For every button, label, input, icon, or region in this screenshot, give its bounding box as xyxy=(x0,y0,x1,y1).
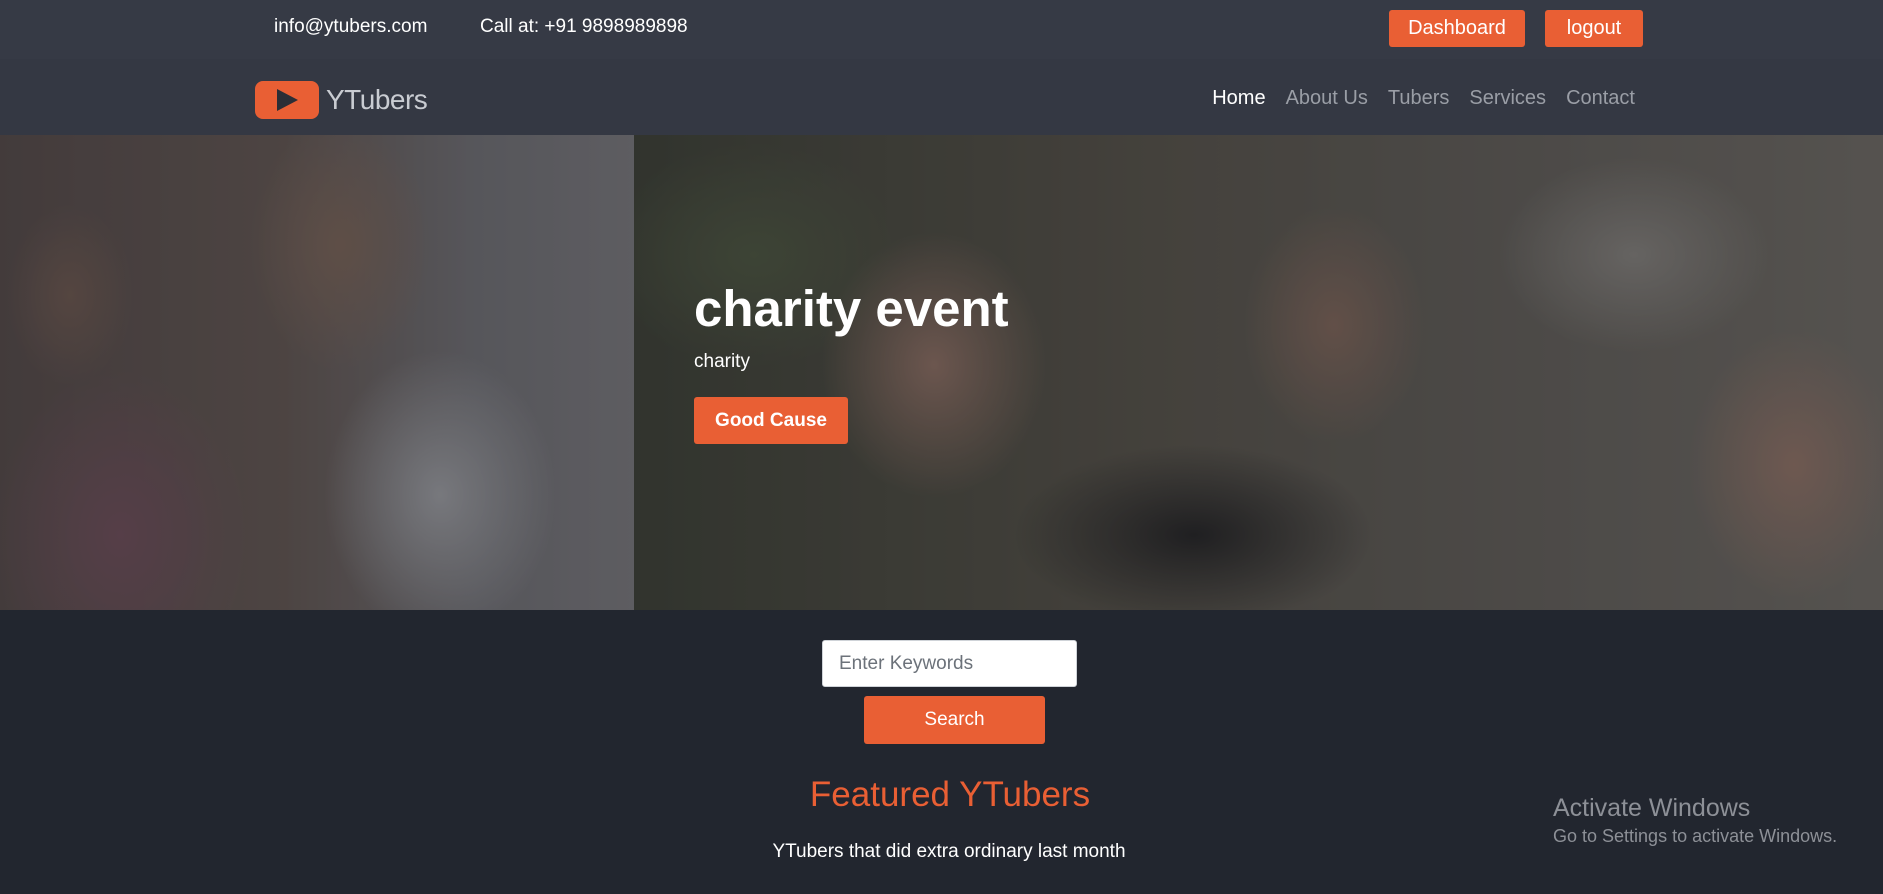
nav-link-tubers[interactable]: Tubers xyxy=(1388,87,1450,110)
nav-link-contact[interactable]: Contact xyxy=(1566,87,1635,110)
search-input[interactable] xyxy=(822,640,1077,687)
site-logo[interactable]: YTubers xyxy=(255,81,428,119)
dashboard-button[interactable]: Dashboard xyxy=(1389,10,1525,47)
hero-subtitle: charity xyxy=(694,351,750,372)
search-button[interactable]: Search xyxy=(864,696,1045,744)
play-icon xyxy=(255,81,319,119)
hero-title: charity event xyxy=(694,280,1009,337)
contact-phone: Call at: +91 9898989898 xyxy=(480,16,688,37)
windows-watermark-subtitle: Go to Settings to activate Windows. xyxy=(1553,826,1838,846)
nav-link-services[interactable]: Services xyxy=(1469,87,1546,110)
nav-link-home[interactable]: Home xyxy=(1212,87,1265,110)
nav-links: Home About Us Tubers Services Contact xyxy=(1192,87,1635,110)
contact-email[interactable]: info@ytubers.com xyxy=(274,16,427,38)
good-cause-button[interactable]: Good Cause xyxy=(694,397,848,444)
logout-button[interactable]: logout xyxy=(1545,10,1643,47)
top-bar: info@ytubers.com Call at: +91 9898989898… xyxy=(0,0,1883,59)
main-navbar: YTubers Home About Us Tubers Services Co… xyxy=(0,59,1883,135)
windows-watermark-title: Activate Windows xyxy=(1553,794,1751,822)
nav-link-about-us[interactable]: About Us xyxy=(1286,87,1368,110)
logo-text: YTubers xyxy=(326,84,428,115)
hero-banner: charity event charity Good Cause xyxy=(0,135,1883,610)
hero-overlay xyxy=(0,135,1883,610)
